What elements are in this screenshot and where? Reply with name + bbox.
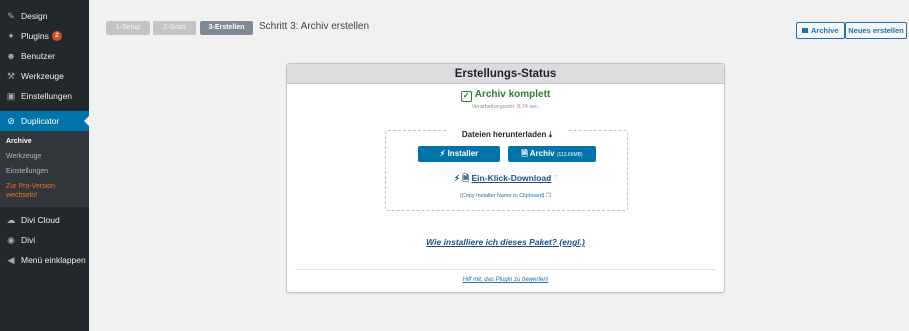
step-erstellen: 3-Erstellen [200, 21, 253, 35]
sidebar-item-werkzeuge[interactable]: ⚒ Werkzeuge [0, 66, 89, 86]
settings-icon: ▣ [6, 90, 16, 101]
divi-icon: ◉ [7, 234, 15, 245]
copy-link-label: [Copy Installer Name to Clipboard] [460, 193, 545, 199]
checkbox-check-icon: ✓ [460, 91, 472, 102]
sidebar-item-label: Plugins [21, 31, 49, 41]
page-title: Schritt 3: Archiv erstellen [259, 21, 370, 32]
archive-button-label: Archiv [529, 149, 555, 158]
collapse-icon: ◀ [7, 254, 15, 265]
submenu-item-pro-upgrade[interactable]: Zur Pro-Version wechseln! [0, 179, 70, 203]
one-click-download-link[interactable]: Ein-Klick-Download [472, 173, 552, 183]
archive-icon [802, 28, 808, 33]
sidebar-item-einstellungen[interactable]: ▣ Einstellungen [0, 86, 89, 106]
sidebar-item-label: Divi Cloud [21, 215, 60, 225]
archive-button[interactable]: Archive [796, 22, 845, 39]
update-count-badge: 2 [51, 31, 62, 41]
sidebar-item-label: Menü einklappen [21, 255, 86, 265]
archive-button-label: Archive [811, 26, 839, 35]
submenu-item-einstellungen[interactable]: Einstellungen [0, 164, 89, 179]
copy-icon: ❐ [545, 193, 551, 199]
help-icon[interactable]: ? [554, 175, 557, 181]
sidebar-item-plugins[interactable]: ✦ Plugins 2 [0, 26, 89, 46]
step-setup: 1-Setup [106, 21, 150, 35]
cloud-icon: ☁ [6, 214, 16, 225]
archive-complete-status: ✓ Archiv komplett [287, 89, 724, 102]
bolt-icon: ⚡︎ [439, 149, 446, 158]
sidebar-item-label: Divi [21, 235, 36, 245]
divider [295, 269, 716, 270]
sidebar-item-label: Duplicator [21, 116, 60, 126]
status-label: Archiv komplett [474, 89, 551, 100]
step-scan: 2-Scan [153, 21, 196, 35]
processing-time: Verarbeitungszeit: 8.74 sec. [471, 104, 540, 110]
how-to-install-link[interactable]: Wie installiere ich dieses Paket? (engl.… [287, 237, 724, 247]
sidebar-item-label: Benutzer [21, 51, 56, 61]
users-icon: ☻ [6, 51, 16, 61]
submenu-item-werkzeuge[interactable]: Werkzeuge [0, 149, 89, 164]
duplicator-submenu: Archive Werkzeuge Einstellungen Zur Pro-… [0, 131, 89, 207]
archive-download-button[interactable]: 🗎︎ Archiv (113.69MB) [508, 146, 596, 162]
sidebar-item-label: Werkzeuge [21, 71, 64, 81]
sidebar-item-design[interactable]: ✎ Design [0, 6, 89, 26]
copy-installer-name-link[interactable]: [Copy Installer Name to Clipboard] ❐ [287, 193, 724, 199]
one-click-download: ⚡︎ 🗎︎ Ein-Klick-Download ? [287, 173, 724, 187]
archive-size: (113.69MB) [556, 152, 583, 158]
wrench-icon: ⚒ [6, 70, 16, 81]
admin-sidebar: ✎ Design ✦ Plugins 2 ☻ Benutzer ⚒ Werkze… [0, 0, 89, 331]
download-heading-label: Dateien herunterladen [461, 130, 547, 139]
duplicator-icon: ⊘ [7, 115, 15, 126]
build-status-panel: Erstellungs-Status ✓ Archiv komplett Vera… [286, 63, 725, 293]
sidebar-item-divi[interactable]: ◉ Divi [0, 230, 89, 250]
sidebar-item-benutzer[interactable]: ☻ Benutzer [0, 46, 89, 66]
sidebar-item-divi-cloud[interactable]: ☁ Divi Cloud [0, 210, 89, 230]
panel-title: Erstellungs-Status [287, 64, 724, 84]
sidebar-item-label: Design [21, 11, 48, 21]
paint-brush-icon: ✎ [7, 10, 15, 21]
submenu-item-archive[interactable]: Archive [0, 134, 89, 149]
plugin-icon: ✦ [7, 30, 15, 41]
new-package-button[interactable]: Neues erstellen [845, 22, 907, 39]
file-archive-icon: 🗎︎ [521, 149, 528, 158]
download-icon: ⤓ [548, 130, 553, 139]
bolt-icon: ⚡︎ [453, 173, 460, 183]
download-heading: Dateien herunterladen ⤓ [447, 130, 567, 140]
rate-plugin-link[interactable]: Hilf mit, das Plugin zu bewerten! [287, 277, 724, 283]
sidebar-item-collapse[interactable]: ◀ Menü einklappen [0, 250, 89, 270]
sidebar-item-label: Einstellungen [21, 91, 73, 101]
sidebar-item-duplicator[interactable]: ⊘ Duplicator [0, 111, 89, 131]
installer-button[interactable]: ⚡︎ Installer [418, 146, 500, 162]
file-icon: 🗎︎ [462, 173, 470, 183]
installer-button-label: Installer [447, 149, 479, 158]
